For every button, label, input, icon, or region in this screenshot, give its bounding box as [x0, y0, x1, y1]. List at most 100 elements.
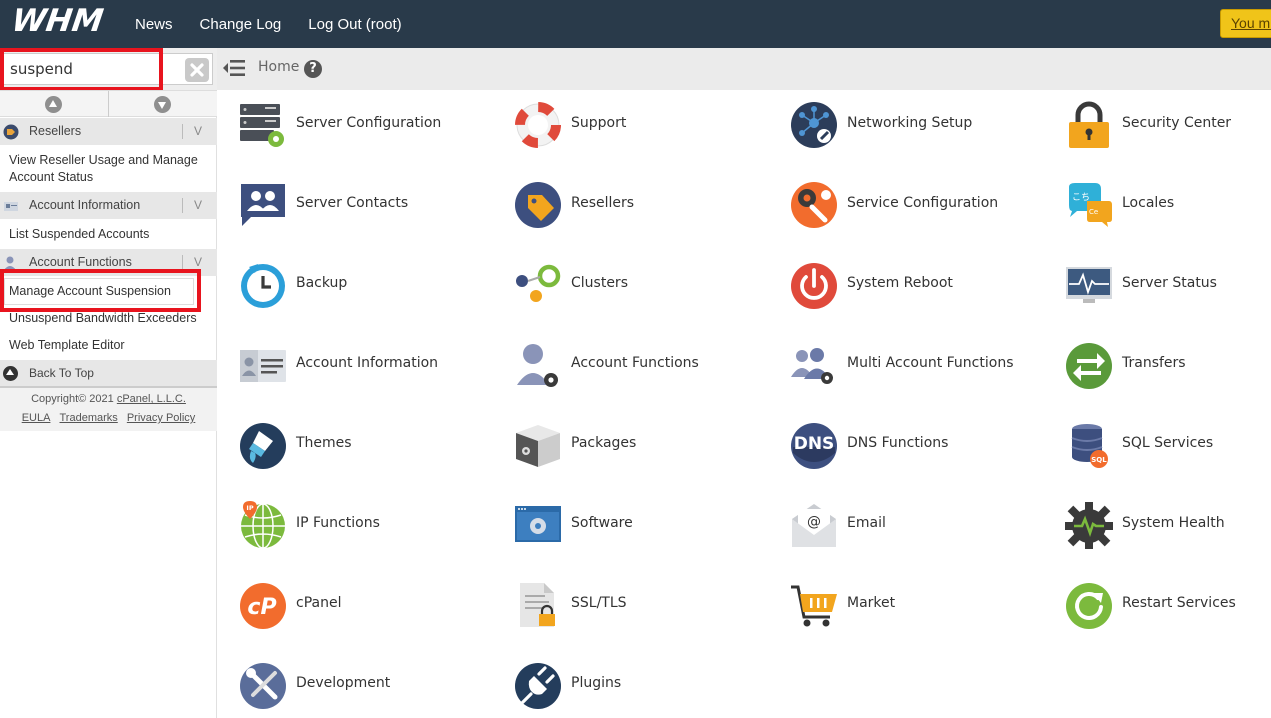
logout-link[interactable]: Log Out (root) [308, 16, 401, 33]
clusters-icon [516, 264, 561, 302]
grid-item-sql-services[interactable]: SQL SQL Services [1065, 421, 1271, 475]
contacts-icon [241, 184, 285, 226]
ip-globe-icon: IP [241, 501, 285, 549]
grid-item-backup[interactable]: Backup [239, 261, 509, 315]
back-to-top-button[interactable]: Back To Top [0, 360, 217, 386]
transfer-arrows-icon [1066, 343, 1112, 389]
grid-item-transfers[interactable]: Transfers [1065, 341, 1271, 395]
users-gear-icon [791, 348, 833, 384]
id-card-icon [4, 202, 18, 211]
help-icon[interactable]: ? [304, 60, 322, 78]
user-icon [4, 256, 16, 270]
grid-item-label: Plugins [571, 675, 622, 691]
sidebar-item-unsuspend-bandwidth-exceeders[interactable]: Unsuspend Bandwidth Exceeders [9, 310, 197, 327]
news-link[interactable]: News [135, 16, 173, 33]
grid-item-security-center[interactable]: Security Center [1065, 101, 1271, 155]
sidebar-item-manage-account-suspension[interactable]: Manage Account Suspension [9, 283, 171, 300]
sidebar-item-web-template-editor[interactable]: Web Template Editor [9, 337, 125, 354]
grid-item-locales[interactable]: こち Ce Locales [1065, 181, 1271, 235]
cpanel-company-link[interactable]: cPanel, L.L.C. [117, 393, 186, 405]
grid-item-label: Support [571, 115, 627, 131]
grid-item-account-functions[interactable]: Account Functions [514, 341, 784, 395]
svg-text:cP: cP [247, 595, 276, 620]
grid-item-label: Service Configuration [847, 195, 999, 211]
change-log-link[interactable]: Change Log [200, 16, 282, 33]
top-nav: News Change Log Log Out (root) [135, 0, 429, 48]
collapse-controls [0, 90, 217, 117]
chevron-down-icon[interactable]: V [194, 118, 202, 145]
menu-toggle-icon[interactable] [222, 58, 246, 78]
software-window-icon [515, 506, 561, 542]
grid-item-server-contacts[interactable]: Server Contacts [239, 181, 509, 235]
grid-item-label: Restart Services [1122, 595, 1236, 611]
grid-item-packages[interactable]: Packages [514, 421, 784, 475]
grid-item-clusters[interactable]: Clusters [514, 261, 784, 315]
grid-item-service-configuration[interactable]: Service Configuration [790, 181, 1060, 235]
breadcrumb: Home ? [217, 48, 1271, 90]
grid-item-resellers[interactable]: Resellers [514, 181, 784, 235]
grid-item-label: IP Functions [296, 515, 380, 531]
copyright: Copyright© 2021 cPanel, L.L.C. [31, 393, 186, 405]
health-gear-icon [1065, 502, 1113, 549]
grid-item-label: Packages [571, 435, 637, 451]
grid-item-account-information[interactable]: Account Information [239, 341, 509, 395]
svg-text:IP: IP [246, 504, 253, 512]
sidebar: Resellers V View Reseller Usage and Mana… [0, 48, 217, 718]
search-area [0, 48, 217, 91]
search-input[interactable] [3, 53, 213, 85]
grid-item-label: Backup [296, 275, 348, 291]
eula-link[interactable]: EULA [22, 412, 51, 424]
grid-item-themes[interactable]: Themes [239, 421, 509, 475]
grid-item-label: System Reboot [847, 275, 953, 291]
lifebuoy-icon [515, 102, 561, 148]
warning-button[interactable]: You mu [1220, 9, 1271, 38]
scroll-down-button[interactable] [108, 91, 216, 117]
grid-item-label: Server Status [1122, 275, 1217, 291]
sidebar-section-account-information[interactable]: Account Information V [0, 192, 217, 219]
id-card-icon [240, 350, 286, 382]
grid-item-networking-setup[interactable]: Networking Setup [790, 101, 1060, 155]
grid-item-dns-functions[interactable]: DNS DNS Functions [790, 421, 1060, 475]
svg-text:Ce: Ce [1089, 208, 1098, 216]
wrench-gear-icon [791, 182, 837, 228]
grid-item-server-status[interactable]: Server Status [1065, 261, 1271, 315]
grid-item-label: Themes [296, 435, 352, 451]
grid-item-server-configuration[interactable]: Server Configuration [239, 101, 509, 155]
chevron-down-icon[interactable]: V [194, 249, 202, 276]
chevron-down-icon[interactable]: V [194, 192, 202, 219]
database-icon: SQL [1071, 424, 1108, 468]
grid-item-software[interactable]: Software [514, 501, 784, 555]
scroll-up-button[interactable] [0, 91, 108, 117]
privacy-policy-link[interactable]: Privacy Policy [127, 412, 195, 424]
monitor-pulse-icon [1066, 267, 1112, 303]
grid-item-cpanel[interactable]: cP cPanel [239, 581, 509, 635]
clear-search-button[interactable] [185, 58, 209, 82]
arrow-up-icon [3, 366, 18, 381]
user-gear-icon [517, 344, 558, 387]
trademarks-link[interactable]: Trademarks [60, 412, 118, 424]
svg-text:DNS: DNS [794, 434, 835, 454]
whm-logo[interactable]: WHM [9, 3, 119, 39]
sidebar-item-view-reseller-usage[interactable]: View Reseller Usage and Manage Account S… [9, 152, 209, 186]
svg-text:SQL: SQL [1091, 456, 1107, 464]
sidebar-item-list-suspended-accounts[interactable]: List Suspended Accounts [9, 226, 149, 243]
grid-item-label: Server Configuration [296, 115, 442, 131]
grid-item-ip-functions[interactable]: IP IP Functions [239, 501, 509, 555]
grid-item-market[interactable]: Market [790, 581, 1060, 635]
grid-item-multi-account-functions[interactable]: Multi Account Functions [790, 341, 1060, 395]
grid-item-support[interactable]: Support [514, 101, 784, 155]
grid-item-label: cPanel [296, 595, 342, 611]
grid-item-system-health[interactable]: System Health [1065, 501, 1271, 555]
grid-item-email[interactable]: @ Email [790, 501, 1060, 555]
grid-item-ssl-tls[interactable]: SSL/TLS [514, 581, 784, 635]
grid-item-label: Software [571, 515, 633, 531]
grid-item-label: Resellers [571, 195, 635, 211]
grid-item-plugins[interactable]: Plugins [514, 661, 784, 715]
grid-item-label: Market [847, 595, 896, 611]
grid-item-system-reboot[interactable]: System Reboot [790, 261, 1060, 315]
grid-item-restart-services[interactable]: Restart Services [1065, 581, 1271, 635]
breadcrumb-home[interactable]: Home [258, 59, 299, 75]
sidebar-section-resellers[interactable]: Resellers V [0, 118, 217, 145]
grid-item-development[interactable]: Development [239, 661, 509, 715]
sidebar-section-account-functions[interactable]: Account Functions V [0, 249, 217, 276]
